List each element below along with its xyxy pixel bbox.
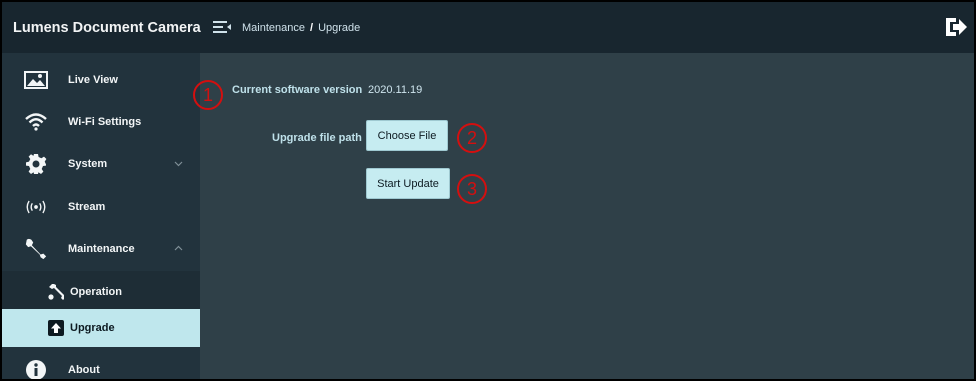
- chevron-down-icon[interactable]: [174, 159, 183, 168]
- app-title: Lumens Document Camera: [13, 19, 201, 36]
- sidebar-item-label: About: [68, 363, 100, 376]
- sidebar-item-label: Upgrade: [70, 322, 115, 334]
- sidebar-item-label: Stream: [68, 200, 106, 213]
- sidebar-item-label: Operation: [70, 285, 122, 298]
- callout-marker-2: 2: [457, 123, 487, 153]
- sidebar-item-operation[interactable]: Operation: [2, 271, 200, 312]
- broadcast-icon: [24, 196, 48, 218]
- choose-file-button[interactable]: Choose File: [366, 120, 448, 151]
- sidebar-item-stream[interactable]: Stream: [2, 186, 200, 227]
- sidebar-item-maintenance[interactable]: Maintenance: [2, 228, 200, 269]
- wrench-icon: [24, 238, 48, 260]
- chevron-up-icon[interactable]: [174, 244, 183, 253]
- sidebar-item-label: System: [68, 157, 108, 170]
- wifi-icon: [24, 111, 48, 133]
- main-content: Current software version 2020.11.19 Upgr…: [193, 53, 974, 379]
- top-bar: Lumens Document Camera Maintenance / Upgra…: [2, 2, 974, 53]
- sidebar-item-label: Wi-Fi Settings: [68, 115, 142, 128]
- sidebar-item-upgrade[interactable]: Upgrade: [2, 309, 200, 347]
- menu-toggle-icon[interactable]: [213, 20, 233, 35]
- breadcrumb-page: Upgrade: [318, 21, 361, 34]
- sidebar-item-about[interactable]: About: [2, 349, 200, 379]
- image-icon: [24, 69, 48, 91]
- current-version-value: 2020.11.19: [368, 84, 423, 96]
- upload-icon: [44, 317, 68, 339]
- info-icon: [24, 359, 48, 379]
- breadcrumb-section[interactable]: Maintenance: [242, 22, 305, 34]
- logout-icon[interactable]: [944, 16, 968, 38]
- sidebar-item-live-view[interactable]: Live View: [2, 59, 200, 100]
- upgrade-file-path-label: Upgrade file path: [272, 132, 362, 144]
- callout-marker-1: 1: [193, 80, 223, 110]
- callout-marker-3: 3: [457, 174, 487, 204]
- wrench-icon: [44, 281, 68, 303]
- breadcrumb: Maintenance / Upgrade: [242, 22, 360, 34]
- sidebar-item-system[interactable]: System: [2, 143, 200, 184]
- sidebar: Live View Wi-Fi Settings System Stream M…: [2, 53, 200, 379]
- breadcrumb-separator: /: [310, 21, 314, 34]
- current-version-label: Current software version: [232, 84, 363, 96]
- sidebar-item-label: Live View: [68, 73, 118, 86]
- sidebar-item-label: Maintenance: [68, 242, 135, 255]
- start-update-button[interactable]: Start Update: [366, 168, 450, 199]
- app-window: Lumens Document Camera Maintenance / Upgra…: [0, 0, 976, 381]
- gear-icon: [24, 153, 48, 175]
- sidebar-item-wifi-settings[interactable]: Wi-Fi Settings: [2, 101, 200, 142]
